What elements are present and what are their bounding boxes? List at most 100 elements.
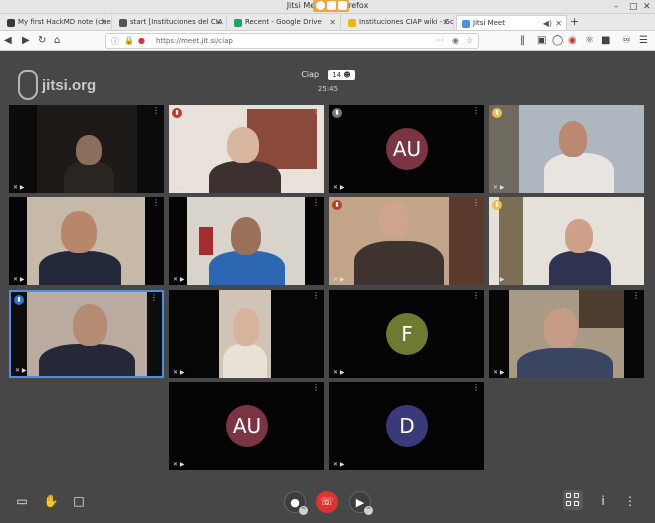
connection-indicator-icon[interactable]: ▮ [332, 200, 342, 210]
participant-body [549, 251, 611, 285]
library-icon[interactable]: ‖ [520, 34, 525, 48]
mic-settings-icon[interactable]: ^ [299, 506, 308, 515]
tab-hackmd[interactable]: My first HackMD note (che ✕ [2, 15, 112, 30]
close-tab-icon[interactable]: ✕ [215, 15, 222, 30]
background-object [449, 197, 484, 285]
speaker-icon[interactable]: ◀) [543, 16, 552, 30]
participant-tile-video[interactable]: ▮ ⋮ ✕ ▶ [489, 197, 644, 285]
participant-tile-avatar[interactable]: AU ⋮ ✕ ▶ [169, 382, 324, 470]
participant-tile-video[interactable]: ⋮ ✕ ▶ [489, 290, 644, 378]
connection-indicator-icon[interactable]: ▮ [492, 200, 502, 210]
tile-menu-icon[interactable]: ⋮ [312, 199, 320, 207]
participant-tile-video[interactable]: ⋮ ✕ ▶ [169, 197, 324, 285]
tile-menu-icon[interactable]: ⋮ [152, 199, 160, 207]
screen-share-icon[interactable]: ▭ [11, 491, 33, 513]
camera-toggle-button[interactable]: ▶ ^ [349, 491, 373, 515]
tile-menu-icon[interactable]: ⋮ [472, 199, 480, 207]
home-icon[interactable]: ⌂ [54, 34, 60, 48]
address-bar[interactable]: ⓘ 🔒 ● https://meet.jit.si/ciap ··· ◉ ☆ [105, 33, 479, 49]
info-icon[interactable]: ⓘ [111, 36, 119, 47]
account-icon[interactable]: ◯ [552, 34, 563, 48]
info-icon[interactable]: i [592, 491, 614, 513]
jitsi-logo[interactable]: jitsi.org [18, 70, 108, 100]
mic-muted-status-icon: ✕ ▶ [173, 184, 185, 191]
maximize-icon[interactable]: □ [629, 1, 638, 13]
background-object [499, 197, 523, 285]
close-tab-icon[interactable]: ✕ [100, 15, 107, 30]
extension-b-icon[interactable]: ■ [601, 34, 610, 48]
tile-menu-icon[interactable]: ⋮ [150, 294, 158, 302]
tab-label: Jitsi Meet [473, 19, 505, 27]
participant-face [233, 308, 259, 346]
minimize-icon[interactable]: – [614, 1, 619, 13]
extension-ublock-icon[interactable]: ◉ [568, 34, 577, 48]
participant-count: 14 [332, 70, 342, 79]
forward-icon[interactable]: ▶ [22, 34, 30, 48]
close-tab-icon[interactable]: ✕ [555, 16, 562, 30]
mic-muted-status-icon: ✕ ▶ [333, 276, 345, 283]
participant-tile-video[interactable]: ▮ ⋮ ✕ ▶ [489, 105, 644, 193]
sidebar-icon[interactable]: ▣ [537, 34, 546, 48]
participant-face [73, 304, 107, 346]
camera-settings-icon[interactable]: ^ [364, 506, 373, 515]
tile-menu-icon[interactable]: ⋮ [632, 292, 640, 300]
participant-tile-video[interactable]: ⋮ ✕ ▶ [9, 105, 164, 193]
back-icon[interactable]: ◀ [4, 34, 12, 48]
reload-icon[interactable]: ↻ [38, 34, 46, 48]
participant-count-badge[interactable]: 14 ☻ [328, 69, 355, 80]
participant-avatar: AU [386, 128, 428, 170]
room-name: Ciap [301, 70, 320, 79]
extensions-icon[interactable]: ♾ [622, 34, 631, 48]
url-text[interactable]: https://meet.jit.si/ciap [156, 37, 233, 45]
new-tab-icon[interactable]: + [570, 15, 579, 28]
connection-indicator-icon[interactable]: ▮ [172, 108, 182, 118]
tile-menu-icon[interactable]: ⋮ [312, 107, 320, 115]
participant-body [544, 153, 614, 193]
tile-view-button[interactable] [563, 490, 583, 510]
participant-tile-video[interactable]: ▮ ⋮ ✕ ▶ [329, 197, 484, 285]
connection-indicator-icon[interactable]: ▮ [14, 295, 24, 305]
jitsi-logo-mark-icon [18, 70, 38, 100]
tile-menu-icon[interactable]: ⋮ [312, 384, 320, 392]
participant-tile-avatar[interactable]: D ⋮ ✕ ▶ [329, 382, 484, 470]
extension-icon[interactable]: ⚛ [585, 34, 594, 48]
mic-muted-status-icon: ✕ ▶ [493, 276, 505, 283]
raise-hand-icon[interactable]: ✋ [40, 491, 62, 513]
tile-menu-icon[interactable]: ⋮ [472, 384, 480, 392]
participant-tile-video[interactable]: ⋮ ✕ ▶ [9, 197, 164, 285]
tile-menu-icon[interactable]: ⋮ [472, 292, 480, 300]
more-options-icon[interactable]: ⋮ [619, 491, 641, 513]
participant-tile-avatar[interactable]: AU ▮ ⋮ ✕ ▶ [329, 105, 484, 193]
lock-icon[interactable]: 🔒 [124, 36, 134, 45]
mic-muted-status-icon: ✕ ▶ [493, 369, 505, 376]
connection-indicator-icon[interactable]: ▮ [492, 108, 502, 118]
hangup-button[interactable]: ☏ [316, 491, 338, 513]
tile-menu-icon[interactable]: ⋮ [632, 107, 640, 115]
participant-tile-video[interactable]: ▮ ⋮ ✕ ▶ [9, 290, 164, 378]
participant-tile-video[interactable]: ▮ ⋮ ✕ ▶ [169, 105, 324, 193]
close-tab-icon[interactable]: ✕ [442, 15, 449, 30]
hamburger-menu-icon[interactable]: ☰ [639, 34, 648, 48]
page-actions-icon[interactable]: ··· [436, 36, 444, 45]
chat-icon[interactable]: □ [68, 491, 90, 513]
connection-indicator-icon[interactable]: ▮ [332, 108, 342, 118]
close-tab-icon[interactable]: ✕ [329, 15, 336, 30]
tab-start[interactable]: start [Instituciones del CIA ✕ [114, 15, 227, 30]
participant-face [227, 127, 259, 163]
mic-permission-icon[interactable]: ● [138, 36, 145, 45]
close-window-icon[interactable]: ✕ [643, 1, 651, 13]
pocket-icon[interactable]: ◉ [452, 36, 459, 45]
tab-wiki[interactable]: Instituciones CIAP wiki - Go ✕ [343, 15, 454, 30]
tile-menu-icon[interactable]: ⋮ [312, 292, 320, 300]
tile-menu-icon[interactable]: ⋮ [152, 107, 160, 115]
mic-toggle-button[interactable]: ● ^ [284, 491, 308, 515]
mic-muted-status-icon: ✕ ▶ [13, 184, 25, 191]
participant-tile-avatar[interactable]: F ⋮ ✕ ▶ [329, 290, 484, 378]
tile-menu-icon[interactable]: ⋮ [472, 107, 480, 115]
tile-menu-icon[interactable]: ⋮ [632, 199, 640, 207]
tab-google-drive[interactable]: Recent - Google Drive ✕ [229, 15, 341, 30]
bookmark-star-icon[interactable]: ☆ [466, 36, 473, 45]
participant-body [223, 344, 267, 378]
participant-tile-video[interactable]: ⋮ ✕ ▶ [169, 290, 324, 378]
tab-jitsi-meet[interactable]: Jitsi Meet ◀) ✕ [456, 15, 567, 30]
